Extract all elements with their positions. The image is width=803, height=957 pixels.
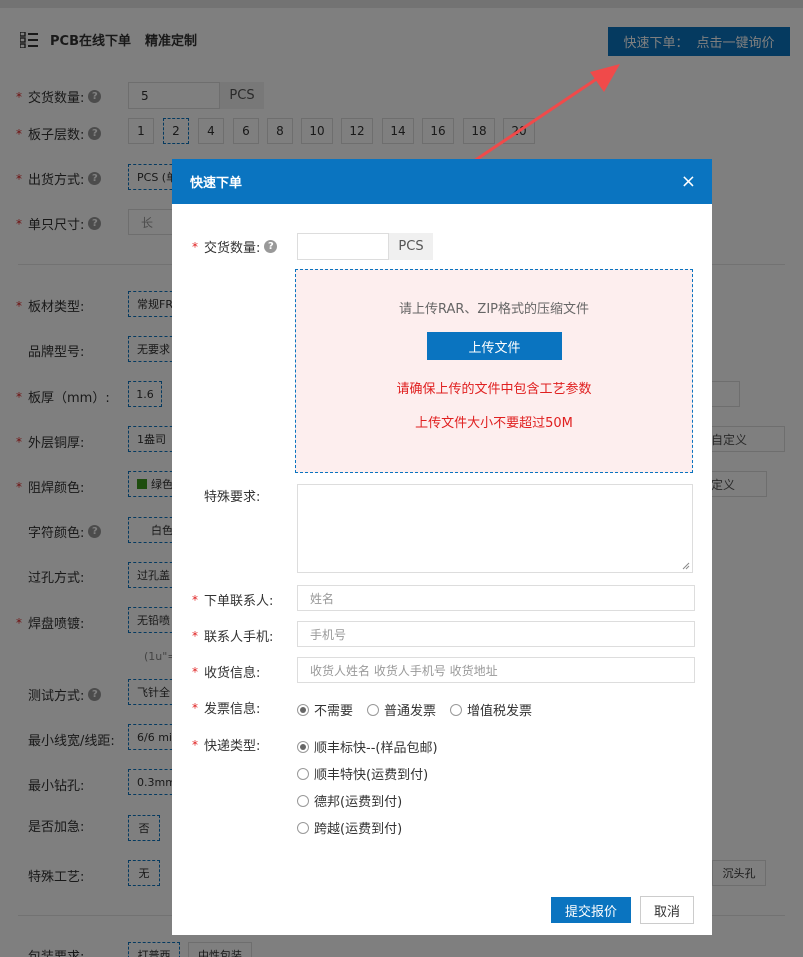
invoice-option-label: 增值税发票 [467,704,533,719]
express-option-label: 德邦(运费到付) [314,795,403,810]
special-requirements-textarea[interactable] [297,484,693,573]
address-input[interactable]: 收货人姓名 收货人手机号 收货地址 [297,657,695,683]
resize-handle-icon[interactable] [682,562,690,570]
express-option-label: 顺丰特快(运费到付) [314,768,429,783]
upload-warning-params: 请确保上传的文件中包含工艺参数 [396,382,592,397]
express-option-label: 顺丰标快--(样品包邮) [314,741,438,756]
phone-label: 联系人手机: [204,630,274,645]
express-label: 快递类型: [204,739,261,754]
modal-title: 快速下单 [190,176,243,191]
express-option[interactable]: 顺丰标快--(样品包邮) [297,737,438,756]
modal-qty-input[interactable] [297,233,389,260]
modal-header: 快速下单 × [172,159,712,204]
required-mark: * [192,664,198,679]
quick-order-modal: 快速下单 × * 交货数量: ? PCS 请上传RAR、ZIP格式的压缩文件 上… [172,159,712,935]
required-mark: * [192,239,198,254]
invoice-option[interactable]: 增值税发票 [450,700,532,719]
invoice-label: 发票信息: [204,702,261,717]
invoice-option[interactable]: 不需要 [297,700,353,719]
modal-special-label: 特殊要求: [204,490,261,505]
required-mark: * [192,700,198,715]
contact-row: * 下单联系人: [192,590,274,610]
contact-label: 下单联系人: [204,594,274,609]
invoice-option-label: 普通发票 [384,704,437,719]
required-mark: * [192,628,198,643]
invoice-option-label: 不需要 [314,704,354,719]
address-label: 收货信息: [204,666,261,681]
radio-icon[interactable] [297,740,309,753]
radio-icon[interactable] [297,703,309,716]
contact-name-input[interactable]: 姓名 [297,585,695,611]
modal-special-row: 特殊要求: [192,486,260,505]
help-icon[interactable]: ? [264,240,278,253]
submit-quote-button[interactable]: 提交报价 [551,897,631,923]
cancel-button[interactable]: 取消 [640,896,694,924]
invoice-row: * 发票信息: [192,698,261,718]
invoice-option[interactable]: 普通发票 [367,700,436,719]
modal-qty-row: * 交货数量: ? [192,237,278,256]
address-row: * 收货信息: [192,662,261,682]
phone-input[interactable]: 手机号 [297,621,695,647]
modal-qty-label: 交货数量: [204,241,261,256]
radio-icon[interactable] [367,703,380,716]
upload-file-button[interactable]: 上传文件 [427,332,562,360]
modal-qty-unit: PCS [389,233,433,260]
close-icon[interactable]: × [681,172,696,191]
radio-icon[interactable] [297,794,309,807]
upload-warning-size: 上传文件大小不要超过50M [415,416,573,431]
express-option-label: 跨越(运费到付) [314,822,403,837]
express-option[interactable]: 顺丰特快(运费到付) [297,764,428,783]
express-row: * 快递类型: [192,735,261,755]
express-option[interactable]: 跨越(运费到付) [297,818,402,837]
required-mark: * [192,737,198,752]
invoice-options: 不需要 普通发票 增值税发票 [297,700,546,719]
radio-icon[interactable] [297,821,309,834]
radio-icon[interactable] [297,767,309,780]
required-mark: * [192,592,198,607]
radio-icon[interactable] [450,703,463,716]
phone-row: * 联系人手机: [192,626,274,646]
upload-hint: 请上传RAR、ZIP格式的压缩文件 [398,302,589,317]
express-option[interactable]: 德邦(运费到付) [297,791,402,810]
upload-dropzone[interactable]: 请上传RAR、ZIP格式的压缩文件 上传文件 请确保上传的文件中包含工艺参数 上… [295,269,693,473]
